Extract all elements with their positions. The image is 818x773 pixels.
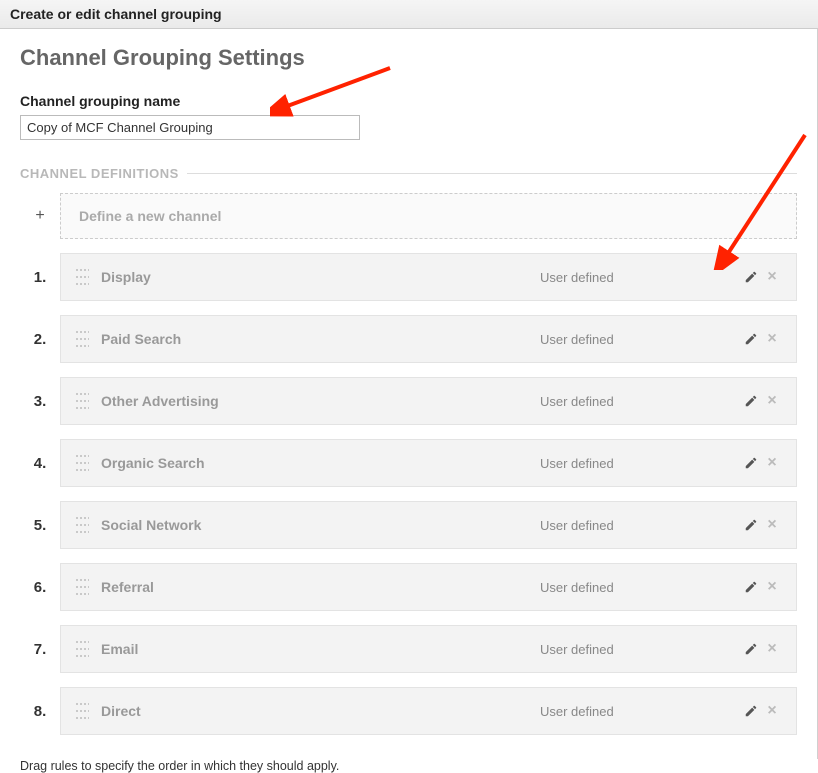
channel-list: + Define a new channel 1.DisplayUser def… bbox=[20, 193, 797, 735]
channel-box[interactable]: EmailUser defined × bbox=[60, 625, 797, 673]
channel-row: 3. Other AdvertisingUser defined × bbox=[20, 377, 797, 425]
channel-row: 8. DirectUser defined × bbox=[20, 687, 797, 735]
pencil-icon[interactable] bbox=[740, 332, 762, 346]
close-icon[interactable]: × bbox=[762, 516, 782, 534]
channel-type: User defined bbox=[540, 270, 740, 285]
channel-type: User defined bbox=[540, 704, 740, 719]
channel-row: 2. Paid SearchUser defined × bbox=[20, 315, 797, 363]
channel-name: Paid Search bbox=[101, 331, 540, 347]
pencil-icon[interactable] bbox=[740, 580, 762, 594]
row-number: 4. bbox=[20, 439, 60, 487]
channel-type: User defined bbox=[540, 580, 740, 595]
drag-handle-icon[interactable] bbox=[75, 455, 89, 471]
channel-row: 7. EmailUser defined × bbox=[20, 625, 797, 673]
drag-handle-icon[interactable] bbox=[75, 579, 89, 595]
channel-box[interactable]: Organic SearchUser defined × bbox=[60, 439, 797, 487]
channel-box[interactable]: DirectUser defined × bbox=[60, 687, 797, 735]
channel-row: 5. Social NetworkUser defined × bbox=[20, 501, 797, 549]
channel-box[interactable]: DisplayUser defined × bbox=[60, 253, 797, 301]
channel-type: User defined bbox=[540, 332, 740, 347]
row-number: 5. bbox=[20, 501, 60, 549]
drag-handle-icon[interactable] bbox=[75, 331, 89, 347]
close-icon[interactable]: × bbox=[762, 640, 782, 658]
close-icon[interactable]: × bbox=[762, 268, 782, 286]
drag-handle-icon[interactable] bbox=[75, 517, 89, 533]
pencil-icon[interactable] bbox=[740, 518, 762, 532]
channel-type: User defined bbox=[540, 642, 740, 657]
channel-box[interactable]: Other AdvertisingUser defined × bbox=[60, 377, 797, 425]
define-new-channel-box[interactable]: Define a new channel bbox=[60, 193, 797, 239]
channel-name: Organic Search bbox=[101, 455, 540, 471]
close-icon[interactable]: × bbox=[762, 454, 782, 472]
pencil-icon[interactable] bbox=[740, 456, 762, 470]
pencil-icon[interactable] bbox=[740, 394, 762, 408]
row-number: 1. bbox=[20, 253, 60, 301]
channel-definitions-heading: CHANNEL DEFINITIONS bbox=[20, 166, 797, 181]
channel-box[interactable]: Social NetworkUser defined × bbox=[60, 501, 797, 549]
channel-type: User defined bbox=[540, 456, 740, 471]
row-number: 2. bbox=[20, 315, 60, 363]
row-number: 7. bbox=[20, 625, 60, 673]
drag-hint: Drag rules to specify the order in which… bbox=[20, 759, 797, 773]
close-icon[interactable]: × bbox=[762, 330, 782, 348]
page-title: Channel Grouping Settings bbox=[20, 45, 797, 71]
close-icon[interactable]: × bbox=[762, 702, 782, 720]
channel-grouping-name-input[interactable] bbox=[20, 115, 360, 140]
channel-type: User defined bbox=[540, 518, 740, 533]
channel-name: Social Network bbox=[101, 517, 540, 533]
row-number: 3. bbox=[20, 377, 60, 425]
channel-row: 1. DisplayUser defined × bbox=[20, 253, 797, 301]
pencil-icon[interactable] bbox=[740, 642, 762, 656]
dialog-title: Create or edit channel grouping bbox=[10, 6, 222, 22]
channel-name: Direct bbox=[101, 703, 540, 719]
content-area: Channel Grouping Settings Channel groupi… bbox=[0, 29, 818, 759]
pencil-icon[interactable] bbox=[740, 704, 762, 718]
channel-name: Display bbox=[101, 269, 540, 285]
channel-box[interactable]: ReferralUser defined × bbox=[60, 563, 797, 611]
drag-handle-icon[interactable] bbox=[75, 703, 89, 719]
dialog-header: Create or edit channel grouping bbox=[0, 0, 818, 29]
name-field-label: Channel grouping name bbox=[20, 93, 797, 109]
pencil-icon[interactable] bbox=[740, 270, 762, 284]
close-icon[interactable]: × bbox=[762, 392, 782, 410]
drag-handle-icon[interactable] bbox=[75, 641, 89, 657]
channel-type: User defined bbox=[540, 394, 740, 409]
channel-name: Other Advertising bbox=[101, 393, 540, 409]
define-new-channel-row[interactable]: + Define a new channel bbox=[20, 193, 797, 239]
channel-name: Referral bbox=[101, 579, 540, 595]
close-icon[interactable]: × bbox=[762, 578, 782, 596]
channel-row: 6. ReferralUser defined × bbox=[20, 563, 797, 611]
row-number: 6. bbox=[20, 563, 60, 611]
drag-handle-icon[interactable] bbox=[75, 269, 89, 285]
drag-handle-icon[interactable] bbox=[75, 393, 89, 409]
plus-icon[interactable]: + bbox=[20, 193, 60, 239]
channel-box[interactable]: Paid SearchUser defined × bbox=[60, 315, 797, 363]
channel-name: Email bbox=[101, 641, 540, 657]
row-number: 8. bbox=[20, 687, 60, 735]
channel-row: 4. Organic SearchUser defined × bbox=[20, 439, 797, 487]
